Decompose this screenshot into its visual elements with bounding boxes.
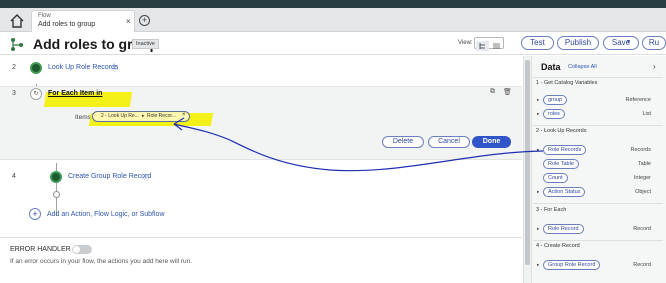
data-pill-role-table[interactable]: Role Table — [543, 159, 579, 169]
add-step-link[interactable]: Add an Action, Flow Logic, or Subflow — [47, 211, 165, 218]
items-label: Items — [75, 114, 91, 121]
section-divider — [533, 240, 663, 241]
action-step-icon — [50, 171, 62, 183]
section-divider — [533, 203, 663, 204]
data-type: Records — [630, 147, 651, 153]
data-section-title[interactable]: 2 - Look Up Records — [536, 128, 586, 134]
expand-caret-icon[interactable]: ▸ — [537, 262, 539, 268]
data-pill-roles[interactable]: roles — [543, 109, 565, 119]
data-pill-role-records[interactable]: Role Records — [543, 145, 587, 155]
data-type: Object — [635, 189, 651, 195]
delete-button[interactable]: Delete — [382, 136, 424, 148]
error-handler-description: If an error occurs in your flow, the act… — [10, 258, 193, 265]
trash-icon[interactable]: 🗑 — [503, 88, 512, 96]
expand-caret-icon[interactable]: ▸ — [537, 111, 539, 117]
divider — [0, 237, 522, 238]
view-toggle[interactable] — [474, 37, 504, 51]
done-button[interactable]: Done — [472, 136, 511, 148]
section-divider — [533, 77, 663, 78]
data-type: Integer — [633, 175, 651, 181]
expand-caret-icon[interactable]: ▸ — [537, 147, 539, 153]
add-icon[interactable]: + — [29, 208, 41, 220]
pill-field-label: Role Recor... — [147, 113, 176, 119]
close-icon[interactable]: × — [126, 17, 131, 26]
top-bar — [0, 0, 666, 8]
data-type: Reference — [625, 97, 651, 103]
publish-button[interactable]: Publish — [557, 36, 599, 50]
toggle-knob — [73, 246, 80, 253]
info-icon[interactable]: ⓘ — [143, 173, 149, 182]
action-step-icon — [30, 62, 42, 74]
collapse-all-link[interactable]: Collapse All — [568, 64, 597, 70]
remove-pill-icon[interactable]: × — [182, 112, 186, 118]
error-handler-title: ERROR HANDLER — [10, 246, 71, 253]
home-icon[interactable] — [9, 13, 25, 29]
data-section-title[interactable]: 1 - Get Catalog Variables — [536, 80, 597, 86]
cancel-button[interactable]: Cancel — [428, 136, 470, 148]
step-number: 3 — [12, 90, 16, 97]
copy-icon[interactable]: ⧉ — [490, 88, 495, 96]
pill-source-label: 2 - Look Up Re... — [101, 113, 139, 119]
chevron-right-icon[interactable]: › — [653, 62, 656, 71]
tab-subtitle: Flow — [38, 13, 51, 19]
tab-title: Add roles to group — [38, 21, 96, 28]
expand-caret-icon[interactable]: ▸ — [537, 189, 539, 195]
step-label-lookup[interactable]: Look Up Role Records — [48, 64, 118, 71]
data-pill-role-record[interactable]: Role Record — [543, 224, 584, 234]
step-label-create[interactable]: Create Group Role Record — [68, 173, 151, 180]
new-tab-button[interactable]: + — [139, 15, 150, 26]
data-type: Table — [637, 161, 651, 167]
flow-icon — [11, 38, 23, 51]
view-label: View: — [458, 40, 473, 46]
status-badge: Inactive — [132, 39, 159, 49]
step-number: 4 — [12, 173, 16, 180]
test-button[interactable]: Test — [521, 36, 554, 50]
data-pill-group[interactable]: group — [543, 95, 568, 105]
more-button[interactable]: Ru — [642, 36, 666, 50]
step-number: 2 — [12, 64, 16, 71]
chevron-down-icon[interactable]: ▾ — [627, 38, 630, 45]
info-icon[interactable]: ⓘ — [112, 64, 118, 73]
pill-separator-icon: ▸ — [142, 113, 145, 119]
data-section-title[interactable]: 3 - For Each — [536, 207, 566, 213]
expand-caret-icon[interactable]: ▸ — [537, 97, 539, 103]
view-mode-icon — [476, 41, 500, 51]
data-pill-count[interactable]: Count — [543, 173, 568, 183]
expand-caret-icon[interactable]: ▸ — [537, 226, 539, 232]
section-divider — [533, 125, 663, 126]
connector-dot — [53, 191, 60, 198]
for-each-icon: ↻ — [30, 88, 42, 100]
data-panel-title: Data — [541, 62, 561, 72]
save-button[interactable]: Save — [603, 36, 639, 50]
data-type: List — [642, 111, 651, 117]
data-pill-group-role-record[interactable]: Group Role Record — [543, 260, 601, 270]
data-type: Record — [633, 262, 651, 268]
scrollbar-thumb[interactable] — [525, 60, 530, 265]
data-section-title[interactable]: 4 - Create Record — [536, 243, 580, 249]
for-each-title[interactable]: For Each Item in — [48, 90, 102, 97]
data-type: Record — [633, 226, 651, 232]
data-pill-action-status[interactable]: Action Status — [543, 187, 586, 197]
